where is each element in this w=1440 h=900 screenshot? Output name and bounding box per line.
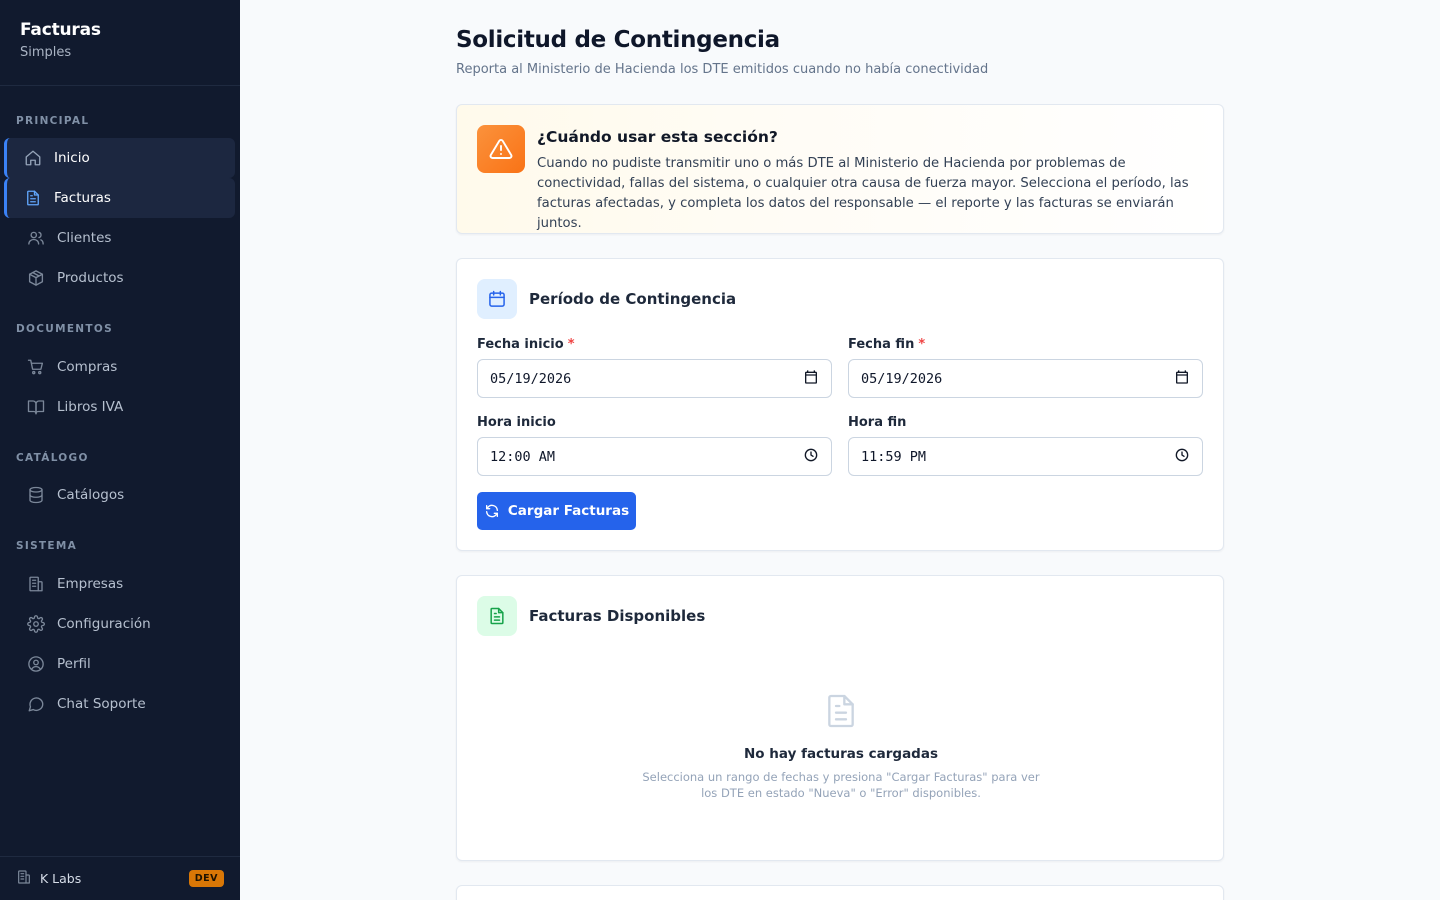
sidebar-item-perfil[interactable]: Perfil — [4, 644, 235, 684]
section-label-documentos: DOCUMENTOS — [16, 323, 113, 335]
section-label-principal: PRINCIPAL — [16, 115, 90, 127]
chat-icon — [27, 695, 45, 713]
sidebar-item-compras[interactable]: Compras — [4, 347, 235, 387]
hora-inicio-value: 12:00 AM — [490, 448, 556, 465]
section-label-sistema: SISTEMA — [16, 540, 78, 552]
brand[interactable]: Facturas Simples — [0, 0, 240, 86]
period-card: Período de Contingencia Fecha inicio * 05… — [456, 258, 1224, 551]
package-icon — [27, 269, 45, 287]
book-open-icon — [27, 398, 45, 416]
sidebar-item-label: Perfil — [57, 656, 91, 672]
building-icon — [27, 575, 45, 593]
fecha-inicio-label: Fecha inicio * — [477, 337, 575, 352]
invoices-title: Facturas Disponibles — [529, 607, 706, 625]
calendar-icon — [477, 279, 517, 319]
empty-document-icon — [821, 691, 861, 731]
sidebar-item-facturas[interactable]: Facturas — [4, 178, 235, 218]
hora-fin-field[interactable]: 11:59 PM — [848, 437, 1203, 476]
info-title: ¿Cuándo usar esta sección? — [537, 128, 778, 146]
cargar-facturas-label: Cargar Facturas — [507, 503, 630, 519]
sidebar-item-label: Productos — [57, 270, 124, 286]
shopping-cart-icon — [27, 358, 45, 376]
gear-icon — [27, 615, 45, 633]
info-text: Cuando no pudiste transmitir uno o más D… — [537, 156, 1189, 231]
hora-fin-value: 11:59 PM — [861, 448, 927, 465]
required-mark: * — [918, 337, 926, 352]
page-title: Solicitud de Contingencia — [456, 27, 780, 53]
env-badge: DEV — [188, 870, 224, 887]
sidebar-item-label: Compras — [57, 359, 118, 375]
sidebar-item-empresas[interactable]: Empresas — [4, 564, 235, 604]
clock-icon[interactable] — [803, 447, 819, 467]
file-text-icon — [24, 189, 42, 207]
fecha-fin-value: 05/19/2026 — [861, 370, 943, 387]
section-label-catalogo: CATÁLOGO — [16, 452, 89, 464]
sidebar-item-label: Clientes — [57, 230, 112, 246]
sidebar-item-chat-soporte[interactable]: Chat Soporte — [4, 684, 235, 724]
fecha-inicio-value: 05/19/2026 — [490, 370, 572, 387]
sidebar-item-label: Empresas — [57, 576, 124, 592]
empty-state-title: No hay facturas cargadas — [744, 746, 938, 762]
database-icon — [27, 486, 45, 504]
sidebar-footer[interactable]: K Labs DEV — [0, 856, 240, 900]
sidebar-item-label: Catálogos — [57, 487, 125, 503]
fecha-fin-field[interactable]: 05/19/2026 — [848, 359, 1203, 398]
building-icon — [16, 869, 32, 889]
brand-subtitle: Simples — [20, 45, 72, 60]
sidebar-item-clientes[interactable]: Clientes — [4, 218, 235, 258]
sidebar: Facturas Simples PRINCIPAL Inicio Factur… — [0, 0, 240, 900]
sidebar-item-label: Libros IVA — [57, 399, 124, 415]
home-icon — [24, 149, 42, 167]
calendar-icon[interactable] — [1174, 369, 1190, 389]
brand-title: Facturas — [20, 20, 101, 40]
sidebar-item-label: Facturas — [54, 190, 111, 206]
file-text-icon — [477, 596, 517, 636]
required-mark: * — [567, 337, 575, 352]
cargar-facturas-button[interactable]: Cargar Facturas — [477, 492, 636, 530]
sidebar-item-libros-iva[interactable]: Libros IVA — [4, 387, 235, 427]
user-circle-icon — [27, 655, 45, 673]
hora-inicio-label: Hora inicio — [477, 415, 556, 430]
info-card: ¿Cuándo usar esta sección? Cuando no pud… — [456, 104, 1224, 234]
clock-icon[interactable] — [1174, 447, 1190, 467]
sidebar-item-label: Configuración — [57, 616, 151, 632]
period-title: Período de Contingencia — [529, 290, 737, 308]
hora-fin-label: Hora fin — [848, 415, 907, 430]
sidebar-item-productos[interactable]: Productos — [4, 258, 235, 298]
refresh-icon — [484, 503, 508, 519]
next-card — [456, 885, 1224, 900]
calendar-icon[interactable] — [803, 369, 819, 389]
page-subtitle: Reporta al Ministerio de Hacienda los DT… — [456, 62, 989, 77]
sidebar-item-catalogos[interactable]: Catálogos — [4, 475, 235, 515]
sidebar-item-label: Chat Soporte — [57, 696, 146, 712]
fecha-fin-label: Fecha fin * — [848, 337, 926, 352]
users-icon — [27, 229, 45, 247]
sidebar-item-inicio[interactable]: Inicio — [4, 138, 235, 178]
company-name: K Labs — [40, 871, 82, 886]
invoices-card: Facturas Disponibles No hay facturas car… — [456, 575, 1224, 861]
warning-icon — [477, 125, 525, 173]
sidebar-item-configuracion[interactable]: Configuración — [4, 604, 235, 644]
fecha-inicio-field[interactable]: 05/19/2026 — [477, 359, 832, 398]
hora-inicio-field[interactable]: 12:00 AM — [477, 437, 832, 476]
sidebar-item-label: Inicio — [54, 150, 90, 166]
empty-state-text: Selecciona un rango de fechas y presiona… — [642, 770, 1040, 800]
